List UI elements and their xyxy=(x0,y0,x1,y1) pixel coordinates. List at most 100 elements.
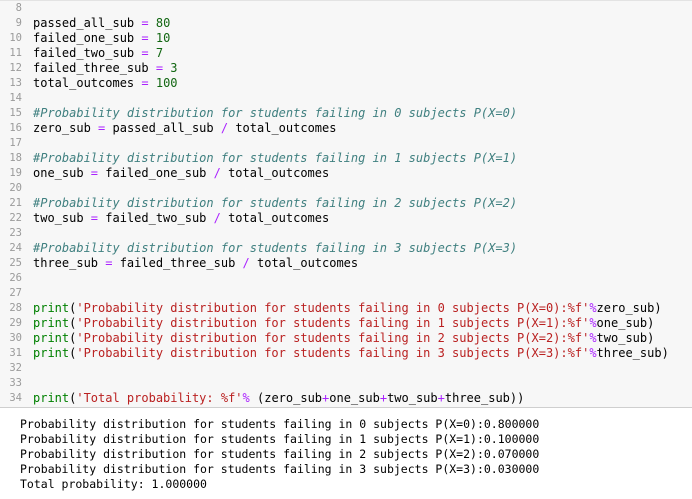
code-operator: = xyxy=(155,61,164,75)
code-line[interactable]: 23 xyxy=(0,226,692,241)
code-line[interactable]: 9 passed_all_sub = 80 xyxy=(0,16,692,31)
code-keyword: print xyxy=(33,331,70,345)
code-text: #Probability distribution for students f… xyxy=(33,241,517,256)
code-text: passed_all_sub = 80 xyxy=(33,16,170,31)
code-operator: + xyxy=(437,391,445,405)
line-number: 29 xyxy=(9,317,22,329)
code-text: print('Total probability: %f'% (zero_sub… xyxy=(33,391,524,406)
line-number: 28 xyxy=(9,302,22,314)
code-line[interactable]: 13 total_outcomes = 100 xyxy=(0,76,692,91)
code-token: passed_all_sub xyxy=(33,16,142,30)
line-number: 31 xyxy=(9,347,22,359)
code-operator: / xyxy=(242,256,250,270)
line-number: 14 xyxy=(9,92,22,104)
code-line[interactable]: 24 #Probability distribution for students… xyxy=(0,241,692,256)
code-text: three_sub = failed_three_sub / total_out… xyxy=(33,256,358,271)
code-text: print('Probability distribution for stud… xyxy=(33,346,669,361)
code-operator: % xyxy=(589,331,597,345)
code-line[interactable]: 29 print('Probability distribution for st… xyxy=(0,316,692,331)
code-operator: = xyxy=(141,31,149,45)
code-line[interactable]: 27 xyxy=(0,286,692,301)
line-number: 32 xyxy=(9,362,22,374)
code-line[interactable]: 21 #Probability distribution for students… xyxy=(0,196,692,211)
code-cell-input[interactable]: 8 9 passed_all_sub = 80 10 failed_one_sub = … xyxy=(0,0,692,408)
code-comment: #Probability distribution for students f… xyxy=(33,241,518,255)
code-operator: = xyxy=(141,46,149,60)
code-line[interactable]: 16 zero_sub = passed_all_sub / total_outc… xyxy=(0,121,692,136)
line-number: 15 xyxy=(9,107,22,119)
line-number: 19 xyxy=(9,167,22,179)
code-line[interactable]: 8 xyxy=(0,1,692,16)
code-line[interactable]: 34 print('Total probability: %f'% (zero_s… xyxy=(0,391,692,406)
code-line[interactable]: 20 xyxy=(0,181,692,196)
code-line[interactable]: 18 #Probability distribution for students… xyxy=(0,151,692,166)
code-token: (zero_sub xyxy=(249,391,323,405)
code-keyword: print xyxy=(33,301,70,315)
line-number: 21 xyxy=(9,197,22,209)
line-number: 34 xyxy=(9,392,22,404)
line-number: 33 xyxy=(9,377,22,389)
code-token: three_sub) xyxy=(596,346,669,360)
code-token: failed_two_sub xyxy=(98,211,214,225)
code-line[interactable]: 30 print('Probability distribution for st… xyxy=(0,331,692,346)
code-operator: = xyxy=(90,166,99,180)
code-text: failed_two_sub = 7 xyxy=(33,46,163,61)
code-line[interactable]: 26 xyxy=(0,271,692,286)
code-text: zero_sub = passed_all_sub / total_outcom… xyxy=(33,121,336,136)
code-operator: % xyxy=(589,316,597,330)
code-line[interactable]: 22 two_sub = failed_two_sub / total_outco… xyxy=(0,211,692,226)
line-number: 10 xyxy=(9,32,22,44)
code-number: 80 xyxy=(155,16,171,30)
output-lines: Probability distribution for students fa… xyxy=(20,417,539,492)
code-line[interactable]: 17 xyxy=(0,136,692,151)
line-number: 24 xyxy=(9,242,22,254)
code-line[interactable]: 14 xyxy=(0,91,692,106)
code-token: failed_three_sub xyxy=(112,256,243,270)
code-line[interactable]: 25 three_sub = failed_three_sub / total_o… xyxy=(0,256,692,271)
code-text: one_sub = failed_one_sub / total_outcome… xyxy=(33,166,329,181)
code-text: failed_one_sub = 10 xyxy=(33,31,170,46)
code-cell-output: Probability distribution for students fa… xyxy=(0,408,692,499)
code-token: total_outcomes xyxy=(33,76,142,90)
line-number: 30 xyxy=(9,332,22,344)
line-number: 12 xyxy=(9,62,22,74)
code-token: total_outcomes xyxy=(249,256,359,270)
line-number: 26 xyxy=(9,272,22,284)
code-operator: = xyxy=(141,76,149,90)
code-operator: = xyxy=(90,211,99,225)
line-number: 16 xyxy=(9,122,22,134)
code-comment: #Probability distribution for students f… xyxy=(33,151,518,165)
code-token: one_sub xyxy=(329,391,380,405)
code-token: failed_three_sub xyxy=(33,61,156,75)
code-token: one_sub xyxy=(33,166,91,180)
code-token: total_outcomes xyxy=(228,121,337,135)
code-text: #Probability distribution for students f… xyxy=(33,196,517,211)
code-token: zero_sub xyxy=(33,121,99,135)
code-line[interactable]: 11 failed_two_sub = 7 xyxy=(0,46,692,61)
code-line[interactable]: 19 one_sub = failed_one_sub / total_outco… xyxy=(0,166,692,181)
code-token: zero_sub) xyxy=(596,301,662,315)
code-line[interactable]: 32 xyxy=(0,361,692,376)
code-line[interactable]: 15 #Probability distribution for students… xyxy=(0,106,692,121)
code-string: 'Probability distribution for students f… xyxy=(76,316,590,330)
code-line[interactable]: 10 failed_one_sub = 10 xyxy=(0,31,692,46)
output-line: Probability distribution for students fa… xyxy=(20,417,540,431)
code-line[interactable]: 28 print('Probability distribution for st… xyxy=(0,301,692,316)
code-token: passed_all_sub xyxy=(105,121,221,135)
line-number: 17 xyxy=(9,137,22,149)
code-line[interactable]: 33 xyxy=(0,376,692,391)
code-text: print('Probability distribution for stud… xyxy=(33,331,654,346)
code-line[interactable]: 12 failed_three_sub = 3 xyxy=(0,61,692,76)
code-text: print('Probability distribution for stud… xyxy=(33,301,662,316)
code-token: failed_one_sub xyxy=(33,31,142,45)
code-operator: % xyxy=(242,391,250,405)
line-number: 8 xyxy=(15,2,22,14)
code-operator: = xyxy=(141,16,149,30)
code-number: 3 xyxy=(170,61,178,75)
code-token: two_sub xyxy=(33,211,91,225)
code-line[interactable]: 31 print('Probability distribution for st… xyxy=(0,346,692,361)
code-text: print('Probability distribution for stud… xyxy=(33,316,654,331)
line-number: 25 xyxy=(9,257,22,269)
